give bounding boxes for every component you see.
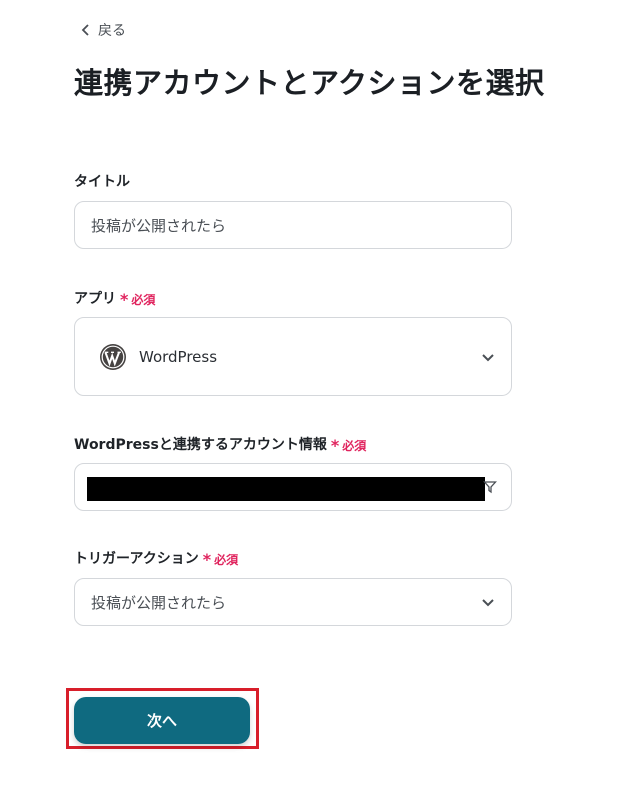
account-label-text: WordPressと連携するアカウント情報 <box>74 437 327 453</box>
required-badge: * 必須 <box>330 435 367 455</box>
required-badge: * 必須 <box>202 549 239 569</box>
app-select[interactable]: WordPress <box>74 317 512 396</box>
app-label-text: アプリ <box>74 291 116 307</box>
title-input[interactable]: 投稿が公開されたら <box>74 201 512 249</box>
account-select[interactable] <box>74 463 512 511</box>
title-label-text: タイトル <box>74 174 130 190</box>
filter-icon[interactable] <box>483 480 497 494</box>
wordpress-icon <box>100 343 126 370</box>
account-field-label: WordPressと連携するアカウント情報 * 必須 <box>74 434 367 455</box>
required-badge: * 必須 <box>120 289 156 309</box>
app-field-label: アプリ * 必須 <box>74 288 156 309</box>
trigger-field-label: トリガーアクション * 必須 <box>74 548 239 569</box>
next-button[interactable]: 次へ <box>74 697 250 744</box>
chevron-down-icon <box>482 353 494 361</box>
page-title: 連携アカウントとアクションを選択 <box>74 66 545 100</box>
redacted-account-value <box>87 477 485 501</box>
title-input-value: 投稿が公開されたら <box>91 216 227 235</box>
chevron-left-icon <box>81 24 89 36</box>
chevron-down-icon <box>482 599 494 607</box>
title-field-label: タイトル <box>74 171 130 191</box>
trigger-label-text: トリガーアクション <box>74 551 199 567</box>
trigger-select-value: 投稿が公開されたら <box>91 593 227 612</box>
back-link[interactable]: 戻る <box>80 20 126 40</box>
back-label: 戻る <box>98 23 126 39</box>
app-select-value: WordPress <box>139 347 218 366</box>
trigger-action-select[interactable]: 投稿が公開されたら <box>74 578 512 626</box>
